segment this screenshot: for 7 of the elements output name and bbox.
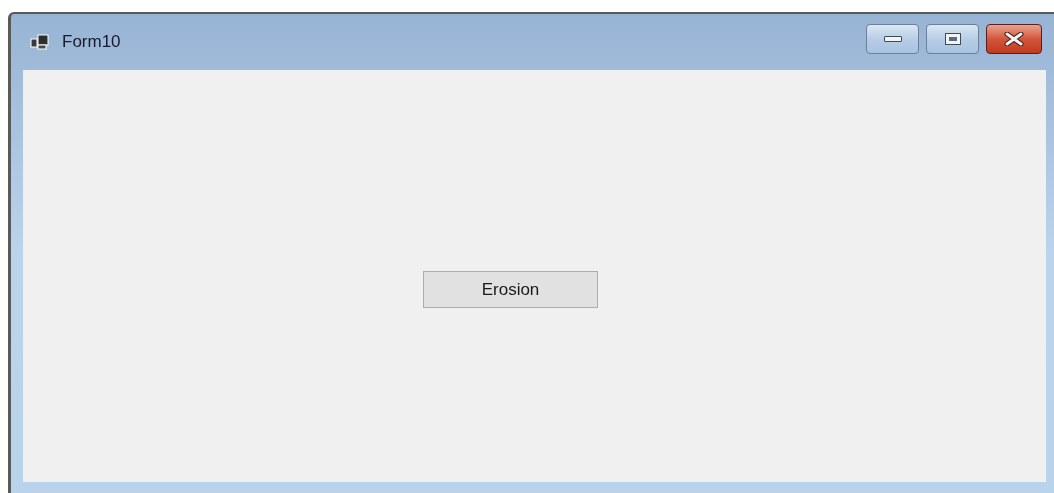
minimize-button[interactable] — [866, 24, 919, 54]
window-title: Form10 — [62, 31, 121, 54]
maximize-button[interactable] — [926, 24, 979, 54]
window-icon — [30, 34, 50, 50]
close-icon — [1004, 32, 1024, 46]
close-button[interactable] — [986, 24, 1042, 54]
erosion-button[interactable]: Erosion — [423, 271, 598, 308]
